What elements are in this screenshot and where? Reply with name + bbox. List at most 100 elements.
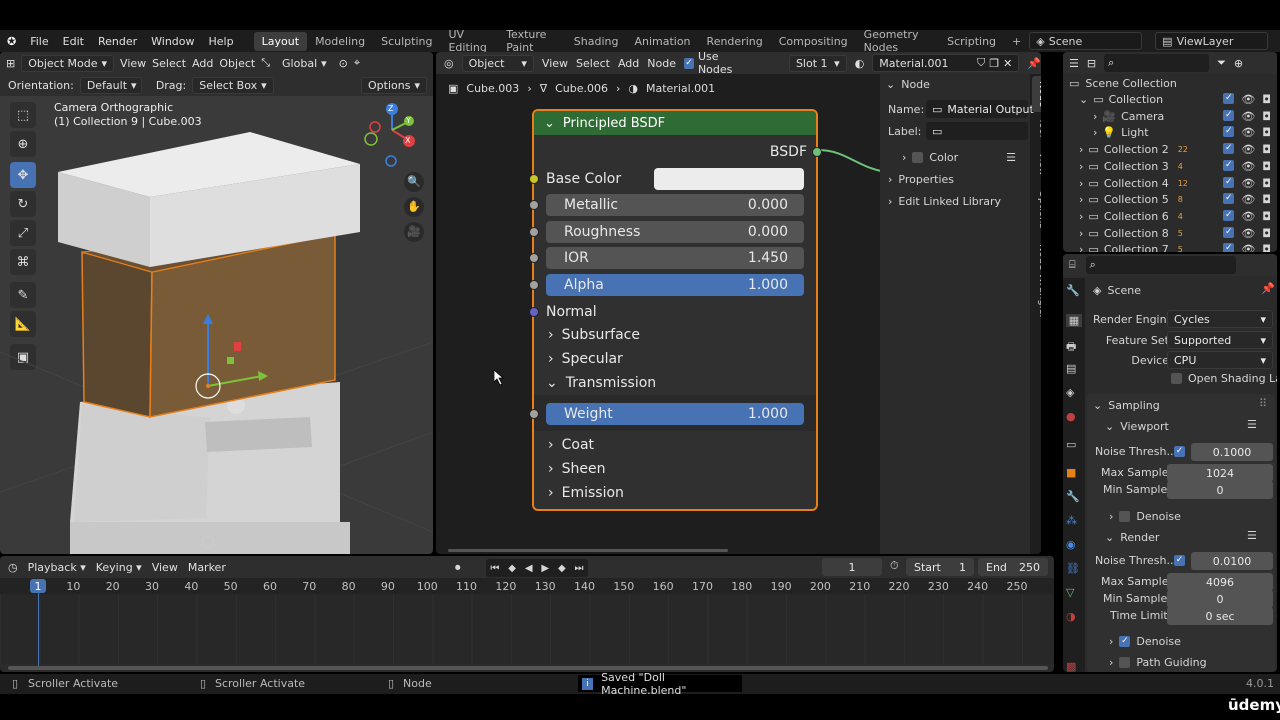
sheen-panel[interactable]: › Sheen — [534, 458, 819, 480]
sidebar-tab-tool[interactable]: Tool — [1032, 118, 1041, 137]
alpha-socket[interactable] — [529, 280, 539, 290]
zoom-icon[interactable]: 🔍 — [404, 172, 424, 192]
node-menu-node[interactable]: Node — [647, 57, 676, 70]
viewport-subpanel-header[interactable]: ⌄ Viewport — [1105, 418, 1169, 435]
render-max-samples-field[interactable]: 4096 — [1167, 573, 1273, 591]
node-editor-type-icon[interactable]: ◎ — [444, 57, 454, 70]
camera-render-icon[interactable]: ◘ — [1262, 160, 1271, 173]
material-tab-icon[interactable]: ◑ — [1066, 610, 1076, 623]
outliner-row[interactable]: › ▭ Collection 8 5 ✓ 👁 ◘ — [1063, 225, 1277, 242]
editor-type-icon[interactable]: ☰ — [1069, 57, 1079, 70]
node-header[interactable]: ⌄ Principled BSDF — [534, 111, 816, 135]
timeline-scrollbar[interactable] — [8, 666, 1048, 670]
coat-panel[interactable]: › Coat — [534, 434, 819, 456]
play-reverse-icon[interactable]: ◀ — [525, 563, 533, 574]
node-menu-add[interactable]: Add — [618, 57, 639, 70]
viewport-max-samples-field[interactable]: 1024 — [1167, 464, 1273, 482]
tab-animation[interactable]: Animation — [626, 32, 698, 51]
render-min-samples-field[interactable]: 0 — [1167, 590, 1273, 608]
camera-render-icon[interactable]: ◘ — [1262, 110, 1271, 123]
transmission-weight-slider[interactable]: Weight 1.000 — [546, 403, 804, 425]
outliner-row[interactable]: › ▭ Collection 4 12 ✓ 👁 ◘ — [1063, 175, 1277, 192]
render-tab-icon[interactable]: ▦ — [1066, 314, 1082, 327]
play-icon[interactable]: ▶ — [541, 563, 549, 574]
output-tab-icon[interactable]: 🖶 — [1066, 338, 1076, 357]
sidebar-tab-view[interactable]: View — [1032, 152, 1041, 176]
close-icon[interactable]: ✕ — [1003, 57, 1012, 70]
jump-keyframe-forward-icon[interactable]: ◆ — [558, 563, 566, 574]
scene-collection-row[interactable]: ▭ Scene Collection — [1069, 75, 1177, 92]
breadcrumb-item[interactable]: Material.001 — [646, 82, 715, 95]
list-icon[interactable]: ☰ — [1006, 151, 1016, 164]
jump-end-icon[interactable]: ⏭ — [575, 563, 584, 574]
outliner-row[interactable]: › 💡 Light ✓ 👁 ◘ — [1063, 124, 1277, 141]
timeline-view-menu[interactable]: View — [152, 561, 178, 574]
list-icon[interactable]: ☰ — [1247, 529, 1257, 542]
chevron-right-icon[interactable]: › — [1093, 110, 1097, 123]
metallic-socket[interactable] — [529, 200, 539, 210]
scene-selector[interactable]: ◈ Scene — [1029, 32, 1143, 50]
time-limit-field[interactable]: 0 sec — [1167, 607, 1273, 625]
tab-rendering[interactable]: Rendering — [699, 32, 771, 51]
blender-logo-icon[interactable]: ✪ — [0, 35, 23, 48]
camera-view-icon[interactable]: 🎥 — [404, 222, 424, 242]
viewport-denoise-row[interactable]: › Denoise — [1109, 508, 1181, 525]
render-noise-field[interactable]: 0.0100 — [1191, 552, 1273, 570]
outliner-row[interactable]: › ▭ Collection 5 8 ✓ 👁 ◘ — [1063, 191, 1277, 208]
exclude-checkbox[interactable]: ✓ — [1223, 226, 1235, 238]
start-frame-field[interactable]: Start 1 — [906, 558, 974, 576]
tool-tab-icon[interactable]: 🔧 — [1066, 284, 1080, 297]
modifier-tab-icon[interactable]: 🔧 — [1066, 490, 1080, 503]
outliner-search-input[interactable]: ⌕ — [1104, 54, 1210, 72]
sidebar-tab-options[interactable]: Options — [1032, 190, 1041, 229]
end-frame-field[interactable]: End 250 — [978, 558, 1048, 576]
render-noise-checkbox[interactable]: ✓ — [1174, 555, 1185, 566]
particles-tab-icon[interactable]: ⁂ — [1066, 514, 1077, 527]
camera-render-icon[interactable]: ◘ — [1262, 126, 1271, 139]
viewport-min-samples-field[interactable]: 0 — [1167, 481, 1273, 499]
collection-tab-icon[interactable]: ▭ — [1066, 438, 1076, 451]
eye-icon[interactable]: 👁 — [1241, 210, 1255, 223]
properties-panel[interactable]: › Properties — [880, 168, 1030, 190]
slot-dropdown[interactable]: Slot 1 ▾ — [788, 54, 847, 72]
stopwatch-icon[interactable]: ⏱ — [890, 559, 899, 573]
chevron-down-icon[interactable]: ⌄ — [1079, 93, 1088, 106]
horizontal-scrollbar[interactable] — [448, 549, 728, 552]
camera-render-icon[interactable]: ◘ — [1262, 143, 1271, 156]
outliner-row[interactable]: › ▭ Collection 3 4 ✓ 👁 ◘ — [1063, 158, 1277, 175]
marker-menu[interactable]: Marker — [188, 561, 226, 574]
breadcrumb-item[interactable]: Cube.006 — [555, 82, 608, 95]
outliner-row[interactable]: › ▭ Collection 2 22 ✓ 👁 ◘ — [1063, 141, 1277, 158]
ior-socket[interactable] — [529, 253, 539, 263]
world-tab-icon[interactable]: ● — [1066, 410, 1076, 423]
roughness-socket[interactable] — [529, 227, 539, 237]
jump-start-icon[interactable]: ⏮ — [490, 563, 499, 574]
filter-icon[interactable]: ⏷ — [1217, 56, 1226, 70]
object-tab-icon[interactable]: ■ — [1066, 466, 1076, 479]
record-icon[interactable]: ⏺ — [455, 561, 461, 575]
specular-panel[interactable]: › Specular — [534, 348, 819, 370]
material-field[interactable]: Material.001 ⛉ ❐ ✕ — [872, 54, 1020, 72]
osl-checkbox[interactable] — [1171, 373, 1182, 384]
outliner-row[interactable]: › ▭ Collection 6 4 ✓ 👁 ◘ — [1063, 208, 1277, 225]
playback-menu[interactable]: Playback ▾ — [28, 561, 86, 574]
camera-render-icon[interactable]: ◘ — [1262, 210, 1271, 223]
sidebar-tab-node[interactable]: Node — [1032, 76, 1041, 112]
physics-tab-icon[interactable]: ◉ — [1066, 538, 1076, 551]
chevron-right-icon[interactable]: › — [1093, 126, 1097, 139]
current-frame-field[interactable]: 1 — [822, 558, 882, 576]
node-menu-select[interactable]: Select — [576, 57, 610, 70]
scene-tab-icon[interactable]: ◈ — [1066, 386, 1074, 399]
add-workspace-button[interactable]: + — [1004, 32, 1029, 51]
eye-icon[interactable]: 👁 — [1241, 126, 1255, 139]
outliner-row[interactable]: › 🎥 Camera ✓ 👁 ◘ — [1063, 108, 1277, 125]
chevron-right-icon[interactable]: › — [1079, 243, 1083, 252]
name-field[interactable]: ▭ Material Output — [926, 100, 1034, 118]
render-denoise-row[interactable]: › ✓ Denoise — [1109, 633, 1181, 650]
data-tab-icon[interactable]: ▽ — [1066, 586, 1074, 599]
camera-render-icon[interactable]: ◘ — [1262, 193, 1271, 206]
menu-window[interactable]: Window — [144, 35, 201, 48]
emission-panel[interactable]: › Emission — [534, 482, 819, 504]
viewlayer-selector[interactable]: ▤ ViewLayer — [1155, 32, 1268, 50]
tab-compositing[interactable]: Compositing — [771, 32, 856, 51]
